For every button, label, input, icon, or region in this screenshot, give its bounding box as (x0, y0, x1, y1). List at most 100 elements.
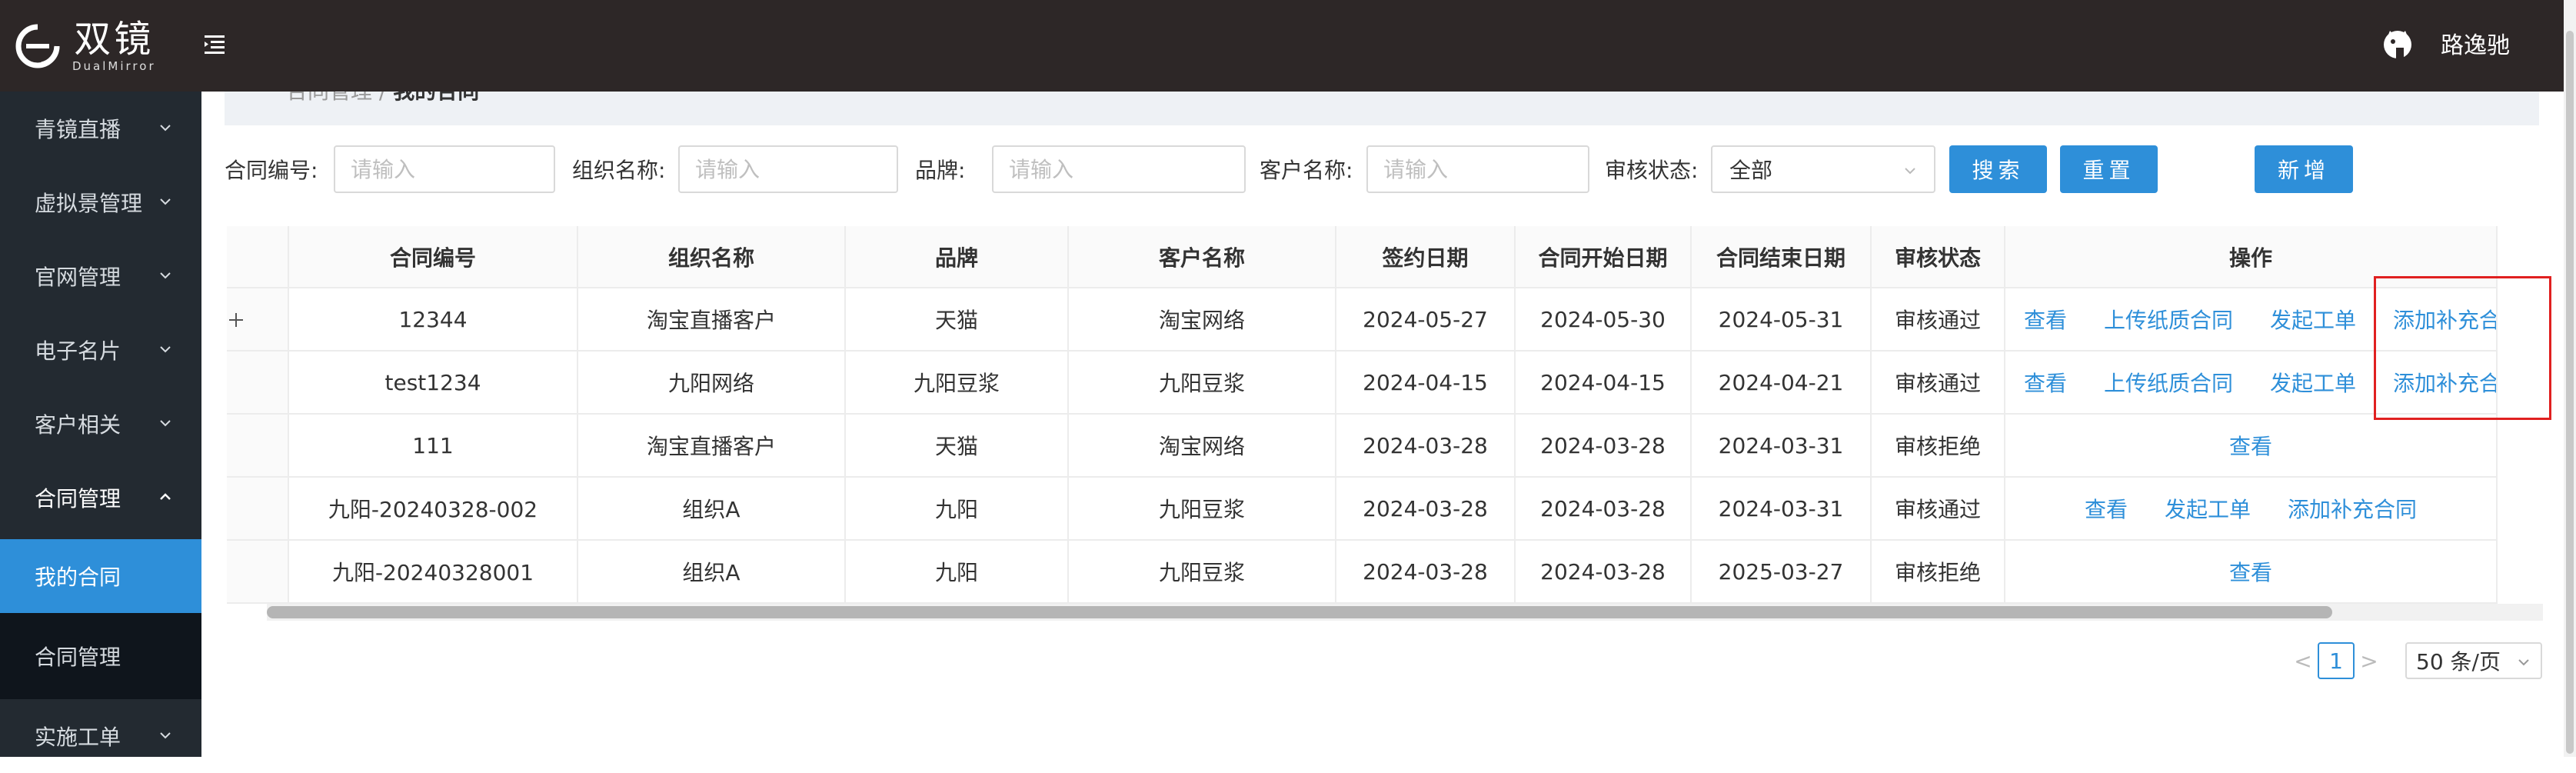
collapse-menu-icon[interactable] (201, 31, 228, 57)
sidebar-item-work-order[interactable]: 实施工单 (0, 699, 201, 773)
page-size-select[interactable]: 50 条/页 (2405, 642, 2542, 679)
table-cell: 2024-04-15 (1515, 351, 1692, 415)
table-horizontal-scrollbar[interactable] (267, 604, 2543, 621)
chevron-down-icon (160, 272, 171, 279)
sidebar-item-label: 虚拟景管理 (35, 191, 143, 216)
table-cell: 2024-03-28 (1336, 414, 1516, 478)
upload-paper-contract-link[interactable]: 上传纸质合同 (2104, 367, 2233, 398)
sidebar-item-virtual-scene[interactable]: 虚拟景管理 (0, 165, 201, 239)
actions-cell: 查看 上传纸质合同 发起工单 添加补充合同 (2005, 351, 2498, 415)
contract-no-input[interactable] (334, 145, 555, 193)
table-cell: 审核拒绝 (1871, 540, 2005, 604)
status-select[interactable]: 全部 (1711, 145, 1935, 193)
sidebar-subitem-my-contracts[interactable]: 我的合同 (0, 539, 201, 613)
sidebar-item-website[interactable]: 官网管理 (0, 239, 201, 313)
scrollbar-thumb[interactable] (267, 606, 2332, 618)
breadcrumb-parent[interactable]: 合同管理 / (286, 92, 393, 104)
table-cell: 2024-04-15 (1336, 351, 1516, 415)
reset-button[interactable]: 重置 (2060, 145, 2158, 193)
create-work-order-link[interactable]: 发起工单 (2270, 367, 2356, 398)
sidebar-item-label: 实施工单 (35, 725, 121, 750)
org-name-input[interactable] (678, 145, 898, 193)
brand-input[interactable] (992, 145, 1246, 193)
table-cell: 审核拒绝 (1871, 414, 2005, 478)
create-work-order-link[interactable]: 发起工单 (2165, 493, 2251, 524)
user-name: 路逸驰 (2441, 32, 2510, 59)
status-label: 审核状态: (1605, 158, 1699, 183)
table-cell: 2024-03-31 (1691, 477, 1872, 541)
page-number-button[interactable]: 1 (2318, 642, 2355, 679)
customer-name-input[interactable] (1366, 145, 1589, 193)
table-row: 12344 淘宝直播客户 天猫 淘宝网络 2024-05-27 2024-05-… (227, 288, 2498, 352)
table-cell: 审核通过 (1871, 288, 2005, 352)
logo-subtext: DualMirror (72, 59, 156, 73)
sidebar-item-label: 合同管理 (35, 486, 121, 511)
dualmirror-logo-icon (15, 24, 60, 68)
column-header: 操作 (2005, 226, 2498, 288)
prev-page-button[interactable]: < (2291, 648, 2315, 674)
sidebar: 青镜直播 虚拟景管理 官网管理 电子名片 客户相关 合同管理 我的合同 合同管理… (0, 92, 201, 757)
column-header: 客户名称 (1068, 226, 1336, 288)
sidebar-subitem-contract-management[interactable]: 合同管理 (0, 613, 201, 699)
column-header: 签约日期 (1336, 226, 1516, 288)
expand-cell[interactable] (227, 288, 289, 352)
view-link[interactable]: 查看 (2229, 430, 2272, 461)
table-cell: 九阳网络 (577, 351, 846, 415)
app-logo[interactable]: 双镜 DualMirror (11, 15, 156, 77)
view-link[interactable]: 查看 (2085, 493, 2128, 524)
table-cell: 九阳-20240328001 (288, 540, 578, 604)
view-link[interactable]: 查看 (2024, 304, 2067, 335)
actions-cell: 查看 (2005, 414, 2498, 478)
chevron-down-icon (160, 125, 171, 132)
breadcrumb: 合同管理 / 我的合同 (225, 92, 2539, 125)
table-row: 111 淘宝直播客户 天猫 淘宝网络 2024-03-28 2024-03-28… (227, 414, 2498, 478)
view-link[interactable]: 查看 (2229, 556, 2272, 587)
contract-no-label: 合同编号: (225, 158, 318, 183)
sidebar-item-contract[interactable]: 合同管理 (0, 461, 201, 535)
page-vertical-scrollbar[interactable] (2564, 0, 2576, 757)
scrollbar-thumb[interactable] (2566, 31, 2574, 754)
column-header: 合同编号 (288, 226, 578, 288)
add-button[interactable]: 新增 (2255, 145, 2353, 193)
expand-plus-icon[interactable] (228, 312, 243, 327)
table-cell: 2024-03-28 (1336, 477, 1516, 541)
view-link[interactable]: 查看 (2024, 367, 2067, 398)
add-supplementary-contract-link[interactable]: 添加补充合同 (2393, 367, 2495, 398)
column-header: 品牌 (845, 226, 1069, 288)
pagination: < 1 > (2291, 641, 2381, 681)
table-cell: 组织A (577, 540, 846, 604)
actions-cell: 查看 (2005, 540, 2498, 604)
add-supplementary-contract-link[interactable]: 添加补充合同 (2288, 493, 2417, 524)
expand-cell (227, 540, 289, 604)
table-cell: 淘宝网络 (1068, 414, 1336, 478)
sidebar-item-qingjing-live[interactable]: 青镜直播 (0, 92, 201, 165)
table-cell: 2024-03-31 (1691, 414, 1872, 478)
sidebar-item-label: 合同管理 (35, 645, 121, 670)
table-cell: 2024-03-28 (1515, 414, 1692, 478)
sidebar-item-label: 青镜直播 (35, 117, 121, 142)
upload-paper-contract-link[interactable]: 上传纸质合同 (2104, 304, 2233, 335)
table-cell: 审核通过 (1871, 477, 2005, 541)
chevron-down-icon (160, 346, 171, 353)
column-header: 审核状态 (1871, 226, 2005, 288)
table-cell: 淘宝直播客户 (577, 288, 846, 352)
add-supplementary-contract-link[interactable]: 添加补充合同 (2393, 304, 2495, 335)
sidebar-item-customer[interactable]: 客户相关 (0, 387, 201, 461)
table-cell: 九阳 (845, 477, 1069, 541)
column-header: 合同结束日期 (1691, 226, 1872, 288)
table-cell: 2024-03-28 (1515, 477, 1692, 541)
table-cell: 2024-05-27 (1336, 288, 1516, 352)
chevron-up-icon (160, 493, 171, 500)
column-header: 合同开始日期 (1515, 226, 1692, 288)
next-page-button[interactable]: > (2358, 648, 2381, 674)
search-button[interactable]: 搜索 (1949, 145, 2047, 193)
user-menu[interactable]: 路逸驰 (2376, 22, 2510, 65)
sidebar-item-business-card[interactable]: 电子名片 (0, 313, 201, 387)
table-cell: test1234 (288, 351, 578, 415)
table-row: 九阳-20240328001 组织A 九阳 九阳豆浆 2024-03-28 20… (227, 540, 2498, 604)
table-row: 九阳-20240328-002 组织A 九阳 九阳豆浆 2024-03-28 2… (227, 477, 2498, 541)
brand-label: 品牌: (915, 158, 966, 183)
breadcrumb-current: 我的合同 (393, 92, 479, 104)
table-cell: 2024-04-21 (1691, 351, 1872, 415)
create-work-order-link[interactable]: 发起工单 (2270, 304, 2356, 335)
